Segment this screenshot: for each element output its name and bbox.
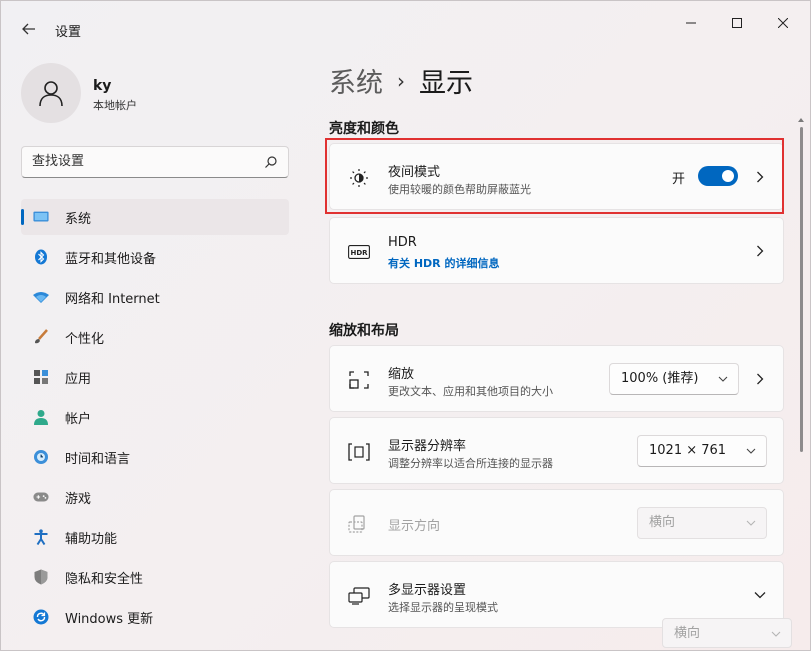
sidebar-item-gaming[interactable]: 游戏 [21,479,289,515]
globe-clock-icon [33,449,49,465]
chevron-down-icon [771,619,781,649]
scroll-up-arrow-icon[interactable] [798,116,804,124]
resolution-select[interactable]: 1021 × 761 [637,435,767,467]
sidebar-item-system[interactable]: 系统 [21,199,289,235]
chevron-right-icon[interactable] [751,242,769,260]
minimize-icon [686,22,696,24]
sidebar-item-label: 蓝牙和其他设备 [65,251,157,267]
scale-icon [348,369,370,391]
user-avatar-icon [39,81,63,107]
search-input[interactable]: 查找设置 [21,146,289,178]
scale-card[interactable]: 缩放 更改文本、应用和其他项目的大小 100% (推荐) [329,345,784,412]
close-icon [778,18,788,28]
search-icon [265,156,277,168]
sidebar-item-time-language[interactable]: 时间和语言 [21,439,289,475]
orientation-select-value: 横向 [649,515,676,530]
account-type: 本地帐户 [93,99,137,112]
resolution-select-value: 1021 × 761 [649,443,727,458]
orientation-title: 显示方向 [388,519,441,534]
scale-subtitle: 更改文本、应用和其他项目的大小 [388,385,553,398]
monitor-icon [33,209,49,225]
svg-text:HDR: HDR [350,249,368,257]
sidebar-item-label: 隐私和安全性 [65,571,144,587]
sidebar-item-windows-update[interactable]: Windows 更新 [21,599,289,635]
sidebar-item-apps[interactable]: 应用 [21,359,289,395]
orientation-select[interactable]: 横向 [637,507,767,539]
apps-icon [33,369,49,385]
sidebar-item-label: 辅助功能 [65,531,118,547]
bluetooth-icon [33,249,49,265]
sidebar-item-label: 应用 [65,371,92,387]
chevron-right-icon[interactable] [751,370,769,388]
sidebar-item-label: 游戏 [65,491,92,507]
chevron-down-icon[interactable] [751,586,769,604]
title-bar: 设置 [1,1,810,57]
multi-display-select-value: 横向 [674,626,701,641]
minimize-button[interactable] [668,11,714,35]
settings-window: 设置 ky 本地帐户 查找设置 系统 蓝牙和其他设备 网络和 Internet … [0,0,811,651]
scale-title: 缩放 [388,367,415,382]
resolution-subtitle: 调整分辨率以适合所连接的显示器 [388,457,553,470]
scale-select-value: 100% (推荐) [621,371,699,386]
resolution-icon [348,441,370,463]
sidebar-item-bluetooth[interactable]: 蓝牙和其他设备 [21,239,289,275]
scale-select[interactable]: 100% (推荐) [609,363,739,395]
maximize-button[interactable] [714,11,760,35]
wifi-icon [33,289,49,305]
gamepad-icon [33,489,49,505]
brush-icon [33,329,49,345]
multi-display-subtitle: 选择显示器的呈现模式 [388,601,498,614]
sidebar-item-label: 个性化 [65,331,105,347]
sidebar-item-label: 帐户 [65,411,92,427]
sidebar-nav: 系统 蓝牙和其他设备 网络和 Internet 个性化 应用 帐户 时间和语言 … [21,199,289,639]
shield-icon [33,569,49,585]
person-icon [33,409,49,425]
orientation-icon [348,513,370,535]
resolution-title: 显示器分辨率 [388,439,467,454]
multi-display-select[interactable]: 横向 [662,618,792,648]
resolution-card: 显示器分辨率 调整分辨率以适合所连接的显示器 1021 × 761 [329,417,784,484]
avatar [21,63,81,123]
back-button[interactable] [15,15,43,43]
sidebar-item-label: 网络和 Internet [65,291,160,307]
hdr-info-link[interactable]: 有关 HDR 的详细信息 [388,255,499,271]
sidebar-item-privacy[interactable]: 隐私和安全性 [21,559,289,595]
maximize-icon [732,18,742,28]
breadcrumb-parent[interactable]: 系统 [329,61,383,100]
update-icon [33,609,49,625]
chevron-down-icon [746,436,756,466]
page-title: 显示 [419,68,473,99]
sidebar-item-personalization[interactable]: 个性化 [21,319,289,355]
app-title: 设置 [55,25,82,40]
hdr-icon: HDR [348,241,370,263]
search-placeholder: 查找设置 [32,154,85,169]
breadcrumb-separator: › [397,68,405,93]
scrollbar-thumb[interactable] [800,127,803,452]
user-name: ky [93,78,112,94]
sidebar-item-label: Windows 更新 [65,611,154,627]
hdr-card[interactable]: HDR HDR 有关 HDR 的详细信息 [329,217,784,284]
accessibility-icon [33,529,49,545]
chevron-down-icon [746,508,756,538]
multi-display-icon [348,585,370,607]
close-button[interactable] [760,11,806,35]
orientation-card: 显示方向 横向 [329,489,784,556]
highlight-annotation [325,138,784,214]
sidebar-item-accounts[interactable]: 帐户 [21,399,289,435]
sidebar-item-label: 系统 [65,211,92,227]
sidebar-item-accessibility[interactable]: 辅助功能 [21,519,289,555]
multi-display-title: 多显示器设置 [388,583,467,598]
back-arrow-icon [22,23,35,35]
hdr-title: HDR [388,235,417,250]
chevron-down-icon [718,364,728,394]
sidebar-item-label: 时间和语言 [65,451,131,467]
sidebar-item-network[interactable]: 网络和 Internet [21,279,289,315]
breadcrumb: 系统 › 显示 [329,61,473,100]
user-profile[interactable]: ky 本地帐户 [21,63,281,123]
section-title-brightness: 亮度和颜色 [329,121,399,137]
section-title-scale-layout: 缩放和布局 [329,323,399,339]
